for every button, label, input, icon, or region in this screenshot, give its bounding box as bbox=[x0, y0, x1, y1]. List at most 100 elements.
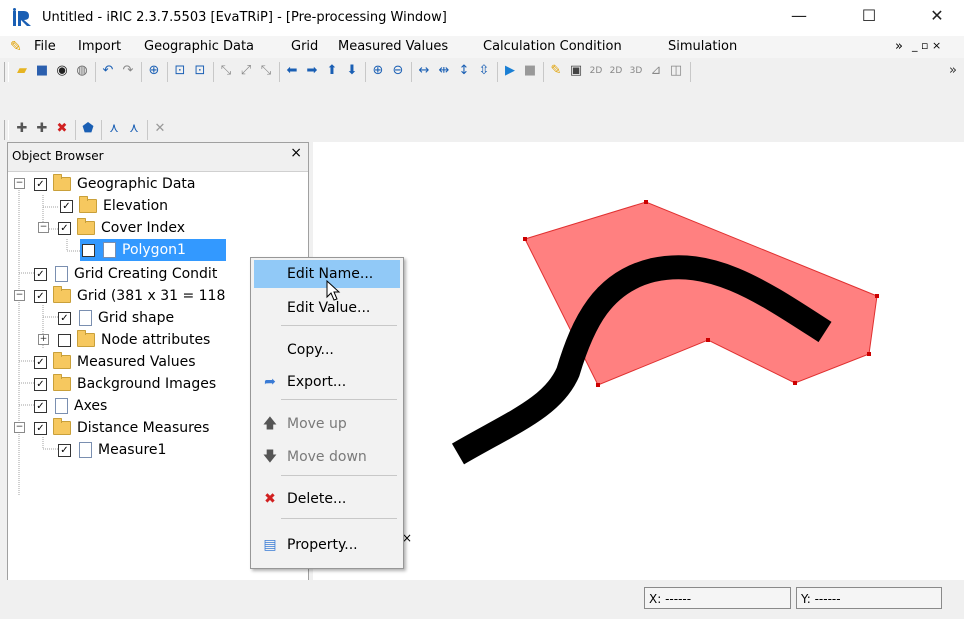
mdi-buttons[interactable]: _ ▫ × bbox=[912, 39, 941, 52]
redo-icon[interactable]: ↷ bbox=[120, 63, 136, 79]
visibility-checkbox[interactable]: ✓ bbox=[58, 443, 71, 457]
tree-item-distance-measures[interactable]: − ✓ Distance Measures bbox=[14, 417, 209, 439]
mouse-cursor-icon bbox=[326, 280, 341, 301]
tree-item-grid-creating-condit[interactable]: ✓ Grid Creating Condit bbox=[34, 263, 217, 285]
arrow-left-icon[interactable]: ⬅ bbox=[284, 63, 300, 79]
console-icon[interactable]: ▣ bbox=[568, 63, 584, 79]
polygon-icon[interactable]: ⬟ bbox=[80, 121, 96, 137]
tree-item-axes[interactable]: ✓ Axes bbox=[34, 395, 107, 417]
tree-item-measure1[interactable]: ✓ Measure1 bbox=[58, 439, 166, 461]
visibility-checkbox[interactable]: ✓ bbox=[34, 377, 47, 391]
shrink-vertical-icon[interactable]: ⇳ bbox=[476, 63, 492, 79]
zoom-in-icon[interactable]: ⊕ bbox=[370, 63, 386, 79]
toolbar-grip[interactable] bbox=[4, 120, 9, 140]
visibility-checkbox[interactable] bbox=[58, 333, 71, 347]
tree-item-label: Axes bbox=[74, 398, 108, 414]
menu-item-export[interactable]: ➦ Export... bbox=[254, 368, 400, 396]
expand-icon[interactable]: + bbox=[38, 334, 49, 345]
remove-point-icon[interactable]: ⋏ bbox=[126, 121, 142, 137]
tree-item-polygon1[interactable]: ✓ Polygon1 bbox=[80, 239, 226, 261]
tree-item-background-images[interactable]: ✓ Background Images bbox=[34, 373, 216, 395]
menu-item-copy[interactable]: Copy... bbox=[254, 336, 400, 364]
visibility-checkbox[interactable]: ✓ bbox=[58, 221, 71, 235]
record-icon[interactable]: ◉ bbox=[54, 63, 70, 79]
menu-file[interactable]: File bbox=[34, 39, 56, 54]
object-browser-close-icon[interactable]: × bbox=[290, 145, 302, 161]
arrow-down-icon[interactable]: ⬇ bbox=[344, 63, 360, 79]
flip-x-icon[interactable]: ⤡ bbox=[218, 63, 234, 79]
run-icon[interactable]: ▶ bbox=[502, 63, 518, 79]
zoom-out-icon[interactable]: ⊖ bbox=[390, 63, 406, 79]
menu-simulation[interactable]: Simulation bbox=[668, 39, 737, 54]
expand-horizontal-icon[interactable]: ↔ bbox=[416, 63, 432, 79]
toolbar-grip[interactable] bbox=[4, 62, 9, 82]
visibility-checkbox[interactable]: ✓ bbox=[82, 243, 95, 257]
tree-item-elevation[interactable]: ✓ Elevation bbox=[60, 195, 168, 217]
menu-item-property[interactable]: ▤ Property... bbox=[254, 531, 400, 559]
minimize-button[interactable]: — bbox=[776, 0, 822, 32]
menu-overflow-button[interactable]: » bbox=[895, 39, 903, 54]
tree-item-measured-values[interactable]: ✓ Measured Values bbox=[34, 351, 196, 373]
window-title: Untitled - iRIC 2.3.7.5503 [EvaTRiP] - [… bbox=[42, 10, 447, 25]
collapse-icon[interactable]: − bbox=[38, 222, 49, 233]
undo-icon[interactable]: ↶ bbox=[100, 63, 116, 79]
delete-icon[interactable]: ✖ bbox=[54, 121, 70, 137]
arrow-up-icon[interactable]: ⬆ bbox=[324, 63, 340, 79]
menu-calculation-condition[interactable]: Calculation Condition bbox=[483, 39, 622, 54]
arrow-right-icon[interactable]: ➡ bbox=[304, 63, 320, 79]
menu-measured-values[interactable]: Measured Values bbox=[338, 39, 448, 54]
add-vertex-icon[interactable]: ✚ bbox=[14, 121, 30, 137]
tree-item-grid-381-x-31-118[interactable]: − ✓ Grid (381 x 31 = 118 bbox=[14, 285, 226, 307]
tree-item-geographic-data[interactable]: − ✓ Geographic Data bbox=[14, 173, 195, 195]
collapse-icon[interactable]: − bbox=[14, 178, 25, 189]
2d-bird-view-icon[interactable]: 2D bbox=[608, 63, 624, 79]
visibility-checkbox[interactable]: ✓ bbox=[34, 267, 47, 281]
zoom-icon[interactable]: ⊕ bbox=[146, 63, 162, 79]
save-icon[interactable]: ■ bbox=[34, 63, 50, 79]
tree-item-grid-shape[interactable]: ✓ Grid shape bbox=[58, 307, 174, 329]
shrink-horizontal-icon[interactable]: ⇹ bbox=[436, 63, 452, 79]
menu-item-delete[interactable]: ✖ Delete... bbox=[254, 485, 400, 513]
tree-item-cover-index[interactable]: − ✓ Cover Index bbox=[38, 217, 185, 239]
visibility-checkbox[interactable]: ✓ bbox=[60, 199, 73, 213]
visibility-checkbox[interactable]: ✓ bbox=[34, 177, 47, 191]
flip-z-icon[interactable]: ⤡ bbox=[258, 63, 274, 79]
toolbar-overflow-icon[interactable]: » bbox=[945, 63, 961, 79]
menu-geographic-data[interactable]: Geographic Data bbox=[144, 39, 254, 54]
menu-grid[interactable]: Grid bbox=[291, 39, 318, 54]
arrow-down-icon: 🡇 bbox=[262, 449, 278, 465]
open-folder-icon[interactable]: ▰ bbox=[14, 63, 30, 79]
globe-icon[interactable]: ◍ bbox=[74, 63, 90, 79]
visibility-checkbox[interactable]: ✓ bbox=[34, 289, 47, 303]
graph-icon[interactable]: ⊿ bbox=[648, 63, 664, 79]
visibility-checkbox[interactable]: ✓ bbox=[34, 421, 47, 435]
close-button[interactable]: ✕ bbox=[914, 0, 960, 32]
axis-rotate-icon[interactable]: ⊡ bbox=[192, 63, 208, 79]
axis-x-icon[interactable]: ⊡ bbox=[172, 63, 188, 79]
menu-separator bbox=[281, 518, 397, 519]
3d-view-icon[interactable]: 3D bbox=[628, 63, 644, 79]
menu-import[interactable]: Import bbox=[78, 39, 121, 54]
2d-view-icon[interactable]: 2D bbox=[588, 63, 604, 79]
visibility-checkbox[interactable]: ✓ bbox=[34, 399, 47, 413]
visibility-checkbox[interactable]: ✓ bbox=[34, 355, 47, 369]
visibility-checkbox[interactable]: ✓ bbox=[58, 311, 71, 325]
tree-item-label: Grid shape bbox=[98, 310, 175, 326]
chart-icon[interactable]: ◫ bbox=[668, 63, 684, 79]
property-icon: ▤ bbox=[263, 537, 277, 553]
tree-item-node-attributes[interactable]: + Node attributes bbox=[38, 329, 210, 351]
add-point-icon[interactable]: ⋏ bbox=[106, 121, 122, 137]
collapse-icon[interactable]: − bbox=[14, 290, 25, 301]
expand-vertical-icon[interactable]: ↕ bbox=[456, 63, 472, 79]
edit-pencil-icon[interactable]: ✎ bbox=[548, 63, 564, 79]
close-icon[interactable]: ✕ bbox=[152, 121, 168, 137]
object-browser-title: Object Browser bbox=[12, 149, 104, 163]
flip-y-icon[interactable]: ⤢ bbox=[238, 63, 254, 79]
tree-item-label: Grid (381 x 31 = 118 bbox=[77, 288, 226, 304]
maximize-button[interactable]: ☐ bbox=[846, 0, 892, 32]
pre-processing-canvas[interactable]: × bbox=[313, 142, 964, 580]
remove-vertex-icon[interactable]: ✚ bbox=[34, 121, 50, 137]
tree-item-label: Polygon1 bbox=[122, 242, 186, 258]
stop-icon[interactable]: ■ bbox=[522, 63, 538, 79]
collapse-icon[interactable]: − bbox=[14, 422, 25, 433]
